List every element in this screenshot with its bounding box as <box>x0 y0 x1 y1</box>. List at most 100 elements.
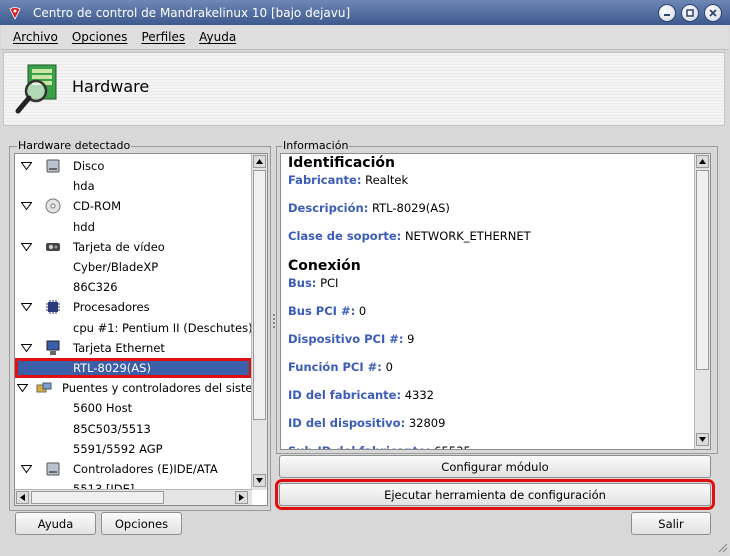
tree-item-label: RTL-8029(AS) <box>73 360 151 375</box>
tree-item-device[interactable]: hdd <box>15 217 252 237</box>
page-title: Hardware <box>72 77 150 96</box>
menu-ayuda[interactable]: Ayuda <box>199 30 236 44</box>
hardware-magnifier-icon <box>14 63 62 115</box>
tree-item-category[interactable]: Procesadores <box>15 297 252 317</box>
resize-grip-icon[interactable] <box>716 541 728 553</box>
scroll-up-arrow-icon[interactable] <box>696 155 709 168</box>
collapse-expander-icon[interactable] <box>17 464 35 473</box>
tree-item-label: Tarjeta de vídeo <box>73 239 165 254</box>
collapse-expander-icon[interactable] <box>17 242 35 251</box>
tree-item-device[interactable]: RTL-8029(AS) <box>15 357 252 379</box>
hardware-frame-label: Hardware detectado <box>17 139 132 152</box>
menu-perfiles[interactable]: Perfiles <box>141 30 185 44</box>
menu-opciones[interactable]: Opciones <box>72 30 128 44</box>
tree-item-category[interactable]: Disco <box>15 156 252 176</box>
close-button[interactable] <box>704 4 722 22</box>
tree-item-device[interactable]: 5591/5592 AGP <box>15 439 252 459</box>
tree-scroll-thumb[interactable] <box>253 170 266 420</box>
scroll-up-arrow-icon[interactable] <box>253 155 266 168</box>
tree-item-category[interactable]: CD-ROM <box>15 196 252 216</box>
info-field-label: Fabricante: <box>288 173 362 187</box>
scroll-down-arrow-icon[interactable] <box>253 474 266 487</box>
info-field: ID del dispositivo: 32809 <box>288 416 688 444</box>
page-header: Hardware <box>3 52 725 126</box>
info-field: Sub-ID del fabricante: 65535 <box>288 444 688 449</box>
scroll-left-arrow-icon[interactable] <box>16 491 29 504</box>
tree-item-category[interactable]: Tarjeta de vídeo <box>15 237 252 257</box>
info-field-value: RTL-8029(AS) <box>371 201 450 215</box>
mandrake-app-icon[interactable] <box>7 5 23 21</box>
tree-item-label: 85C503/5513 <box>73 421 151 436</box>
tree-item-category[interactable]: Puentes y controladores del sistema <box>15 378 252 398</box>
info-panel[interactable]: Identificación Fabricante: Realtek Descrip… <box>280 153 711 450</box>
tree-item-device[interactable]: cpu #1: Pentium II (Deschutes) <box>15 318 252 338</box>
menu-archivo[interactable]: Archivo <box>13 30 58 44</box>
tree-item-category[interactable]: Tarjeta Ethernet <box>15 338 252 358</box>
tree-item-label: hdd <box>73 219 95 234</box>
info-field-value: 65535 <box>434 444 471 449</box>
info-field: Bus: PCI <box>288 276 688 304</box>
collapse-expander-icon[interactable] <box>17 303 35 312</box>
scroll-right-arrow-icon[interactable] <box>235 491 248 504</box>
run-config-tool-button[interactable]: Ejecutar herramienta de configuración <box>275 479 715 510</box>
info-field-value: NETWORK_ETHERNET <box>404 229 531 243</box>
tree-hscroll-thumb[interactable] <box>31 491 164 504</box>
info-field-label: Descripción: <box>288 201 369 215</box>
tree-item-label: Disco <box>73 159 105 174</box>
info-field-value: 0 <box>385 360 393 374</box>
tree-item-label: Puentes y controladores del sistema <box>62 381 252 396</box>
configure-module-button[interactable]: Configurar módulo <box>279 455 711 478</box>
tree-item-device[interactable]: Cyber/BladeXP <box>15 257 252 277</box>
tree-vertical-scrollbar[interactable] <box>251 154 267 490</box>
options-button[interactable]: Opciones <box>101 512 182 535</box>
collapse-expander-icon[interactable] <box>17 202 35 211</box>
disk-icon <box>43 159 63 173</box>
tree-horizontal-scrollbar[interactable] <box>15 489 252 505</box>
info-field: Clase de soporte: NETWORK_ETHERNET <box>288 229 688 257</box>
info-content: Identificación Fabricante: Realtek Descrip… <box>288 154 688 449</box>
info-scroll-thumb[interactable] <box>696 170 709 370</box>
tree-item-label: hda <box>73 179 95 194</box>
tree-item-device[interactable]: 5600 Host <box>15 398 252 418</box>
info-field: Bus PCI #: 0 <box>288 304 688 332</box>
hardware-tree[interactable]: Disco hda CD-ROM hdd Tarjeta de vídeo Cyber/B… <box>14 153 268 506</box>
quit-button[interactable]: Salir <box>631 512 711 535</box>
tree-item-label: 5600 Host <box>73 401 133 416</box>
info-vertical-scrollbar[interactable] <box>694 154 710 449</box>
info-field-label: ID del dispositivo: <box>288 416 406 430</box>
info-section-heading: Conexión <box>288 258 361 274</box>
cpu-icon <box>43 299 63 315</box>
tree-item-category[interactable]: Controladores (E)IDE/ATA <box>15 459 252 479</box>
info-field-label: Dispositivo PCI #: <box>288 332 404 346</box>
info-field-label: Bus PCI #: <box>288 304 356 318</box>
info-field: Fabricante: Realtek <box>288 173 688 201</box>
tree-item-label: CD-ROM <box>73 199 121 214</box>
info-frame-label: Información <box>282 139 350 152</box>
cdrom-icon <box>43 198 63 214</box>
info-field-value: 9 <box>407 332 415 346</box>
maximize-button[interactable] <box>681 4 699 22</box>
menu-bar: Archivo Opciones Perfiles Ayuda <box>1 25 729 50</box>
collapse-expander-icon[interactable] <box>17 384 28 393</box>
info-field: ID del fabricante: 4332 <box>288 388 688 416</box>
scroll-down-arrow-icon[interactable] <box>696 433 709 446</box>
collapse-expander-icon[interactable] <box>17 162 35 171</box>
tree-item-label: Cyber/BladeXP <box>73 260 159 275</box>
tree-item-label: 86C326 <box>73 280 118 295</box>
info-field-label: Bus: <box>288 276 317 290</box>
minimize-button[interactable] <box>658 4 676 22</box>
video-card-icon <box>43 241 63 253</box>
tree-item-device[interactable]: 85C503/5513 <box>15 418 252 438</box>
tree-item-device[interactable]: hda <box>15 176 252 196</box>
info-field: Dispositivo PCI #: 9 <box>288 332 688 360</box>
info-field-value: PCI <box>320 276 339 290</box>
info-field-label: Función PCI #: <box>288 360 382 374</box>
ide-controller-icon <box>43 462 63 476</box>
tree-rows: Disco hda CD-ROM hdd Tarjeta de vídeo Cyber/B… <box>15 156 252 499</box>
tree-item-device[interactable]: 86C326 <box>15 277 252 297</box>
info-field-label: Sub-ID del fabricante: <box>288 444 431 449</box>
info-field-value: 32809 <box>408 416 446 430</box>
collapse-expander-icon[interactable] <box>17 343 35 352</box>
title-bar[interactable]: Centro de control de Mandrakelinux 10 [b… <box>0 0 730 25</box>
help-button[interactable]: Ayuda <box>15 512 96 535</box>
